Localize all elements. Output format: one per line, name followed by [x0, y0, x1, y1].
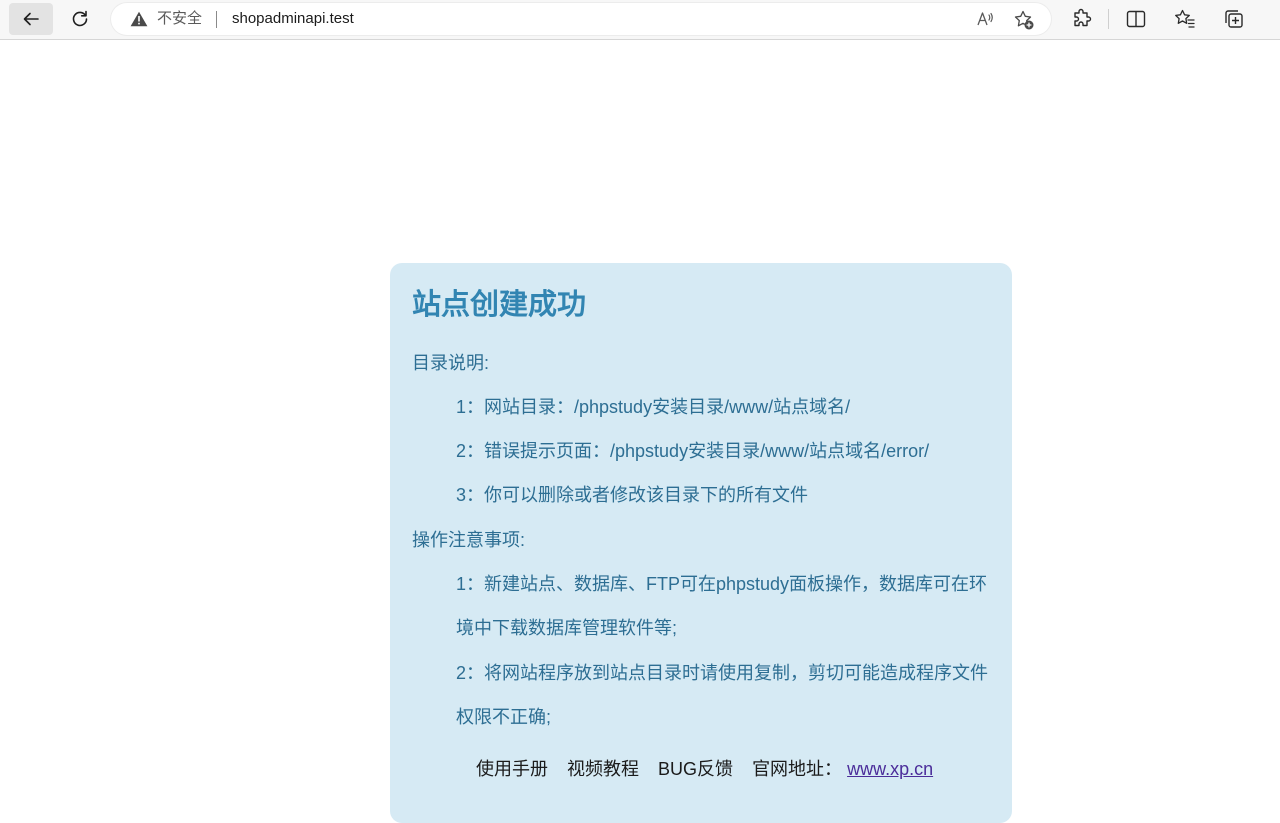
extensions-icon[interactable] [1071, 8, 1093, 30]
page-title: 站点创建成功 [412, 289, 587, 321]
site-link[interactable]: www.xp.cn [847, 759, 933, 779]
footer-links: 使用手册 视频教程 BUG反馈 官网地址： www.xp.cn [476, 758, 933, 780]
toolbar-separator [1108, 9, 1109, 29]
collections-icon[interactable] [1223, 8, 1245, 30]
video-link[interactable]: 视频教程 [567, 759, 639, 779]
dir-item: 2：错误提示页面：/phpstudy安装目录/www/站点域名/error/ [456, 441, 930, 461]
address-bar[interactable]: 不安全 shopadminapi.test [111, 3, 1051, 35]
read-aloud-icon[interactable] [975, 9, 995, 29]
split-screen-icon[interactable] [1125, 8, 1147, 30]
manual-link[interactable]: 使用手册 [476, 759, 548, 779]
ops-item: 2：将网站程序放到站点目录时请使用复制，剪切可能造成程序文件 [456, 663, 989, 683]
dir-item: 3：你可以删除或者修改该目录下的所有文件 [456, 485, 809, 505]
site-label: 官网地址： [752, 759, 843, 779]
ops-item-continued: 境中下载数据库管理软件等; [456, 618, 677, 638]
dir-item: 1：网站目录：/phpstudy安装目录/www/站点域名/ [456, 397, 851, 417]
ops-heading: 操作注意事项: [412, 530, 526, 550]
address-divider [216, 11, 217, 28]
ops-item-continued: 权限不正确; [456, 707, 552, 727]
bug-link[interactable]: BUG反馈 [658, 759, 733, 779]
dir-heading: 目录说明: [412, 353, 490, 373]
arrow-left-icon [23, 12, 39, 26]
add-favorite-icon[interactable] [1013, 9, 1035, 31]
back-button[interactable] [9, 3, 53, 35]
refresh-icon [72, 10, 88, 27]
browser-toolbar: 不安全 shopadminapi.test [0, 0, 1280, 40]
insecure-label[interactable]: 不安全 [157, 10, 202, 28]
reload-button[interactable] [58, 3, 102, 35]
warning-icon[interactable] [130, 11, 148, 27]
ops-item: 1：新建站点、数据库、FTP可在phpstudy面板操作，数据库可在环 [456, 574, 988, 594]
success-panel: 站点创建成功 目录说明: 1：网站目录：/phpstudy安装目录/www/站点… [390, 263, 1012, 823]
url-text[interactable]: shopadminapi.test [232, 10, 354, 28]
favorites-icon[interactable] [1174, 8, 1196, 30]
